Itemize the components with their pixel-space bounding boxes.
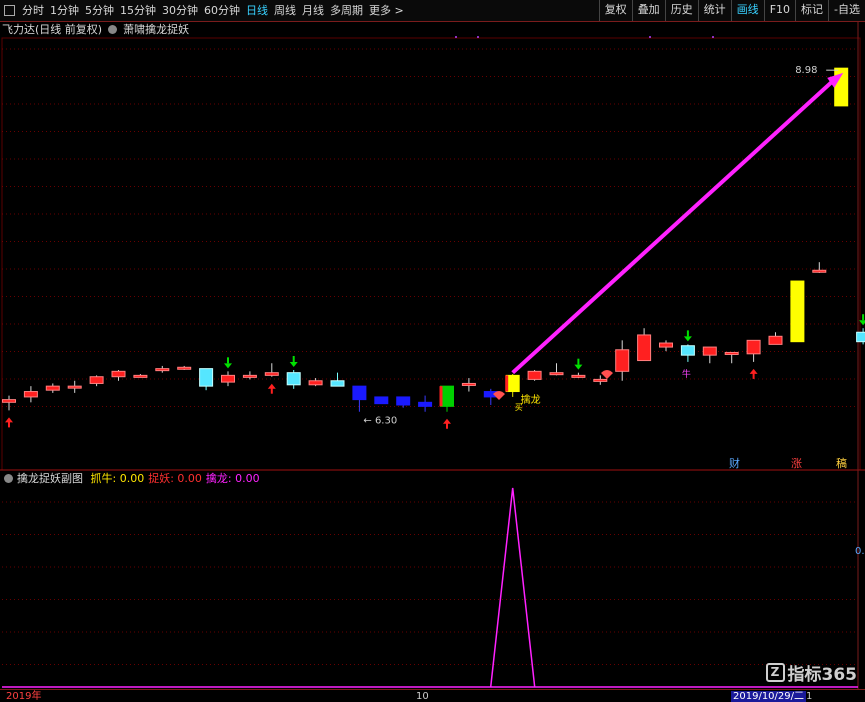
candle-body bbox=[768, 335, 783, 345]
candle-body bbox=[133, 374, 148, 378]
signal-label-buy: 买 bbox=[515, 403, 523, 412]
high-price-label: 8.98 bbox=[795, 65, 817, 76]
bull-mark: 牛 bbox=[682, 368, 691, 380]
watermark: Z 指标365 bbox=[765, 660, 858, 685]
candle-body bbox=[89, 376, 104, 384]
candle-body bbox=[856, 331, 865, 343]
candle-body bbox=[461, 382, 476, 386]
candle-body bbox=[67, 385, 82, 389]
axis-year-label: 2019年 bbox=[6, 691, 42, 702]
candle-body bbox=[724, 351, 739, 355]
candle-body bbox=[593, 378, 608, 382]
candle-body bbox=[330, 380, 345, 387]
signal-label: 擒龙 bbox=[521, 393, 541, 406]
sell-arrow-icon bbox=[683, 336, 692, 342]
candle-body bbox=[155, 368, 170, 372]
candle-body bbox=[221, 374, 235, 383]
low-price-label: ← 6.30 bbox=[363, 416, 397, 427]
candle-body bbox=[396, 396, 411, 406]
kline-chart[interactable]: 0. 8.98 ← 6.30 擒龙买 牛财 涨 稿 bbox=[0, 0, 865, 701]
date-axis: 2019年 10 2019/10/29/二 1 bbox=[0, 689, 865, 702]
candle-body bbox=[23, 391, 38, 398]
candle-body bbox=[352, 385, 367, 401]
marker-1: 涨 bbox=[791, 457, 802, 470]
candle-body bbox=[812, 269, 827, 273]
candle-body bbox=[111, 370, 126, 378]
sell-arrow-icon bbox=[224, 363, 232, 369]
watermark-logo-icon: Z bbox=[765, 663, 785, 682]
candle-body bbox=[264, 372, 279, 376]
candle-body bbox=[2, 399, 16, 403]
top-dot bbox=[455, 36, 457, 38]
candle-body bbox=[659, 342, 673, 348]
candle-body bbox=[746, 339, 761, 355]
candle-body bbox=[242, 374, 257, 378]
sub-indicator-line bbox=[489, 487, 536, 688]
axis-cursor-date: 2019/10/29/二 bbox=[731, 691, 807, 702]
axis-tail-label: 1 bbox=[806, 691, 813, 702]
candle-body bbox=[45, 385, 60, 391]
candle-body bbox=[549, 372, 564, 376]
sell-arrow-icon bbox=[574, 364, 583, 370]
candle-body bbox=[571, 374, 586, 378]
candle-body bbox=[527, 370, 542, 380]
top-dot bbox=[477, 36, 479, 38]
watermark-text: 指标365 bbox=[787, 665, 858, 685]
right-axis-value: 0. bbox=[855, 546, 865, 557]
marker-2: 稿 bbox=[836, 456, 847, 470]
trend-arrow-line bbox=[511, 77, 837, 375]
candle-body bbox=[374, 396, 389, 405]
candle-body bbox=[702, 346, 717, 356]
candle-body bbox=[615, 349, 630, 372]
sell-arrow-icon bbox=[289, 361, 298, 367]
candle-body bbox=[637, 334, 652, 362]
candle-body bbox=[308, 380, 323, 386]
axis-month-label: 10 bbox=[416, 691, 429, 702]
candle-body bbox=[418, 401, 433, 407]
candle-body bbox=[790, 280, 805, 343]
candle-edge bbox=[439, 386, 443, 407]
top-dot bbox=[712, 36, 714, 38]
candle-body bbox=[680, 345, 695, 356]
candle-body bbox=[199, 368, 214, 387]
marker-0: 财 bbox=[729, 456, 740, 470]
candle-edge bbox=[505, 375, 509, 392]
candle-body bbox=[177, 366, 192, 370]
candle-body bbox=[286, 372, 301, 386]
signal-icon bbox=[601, 370, 613, 379]
top-dot bbox=[649, 36, 651, 38]
